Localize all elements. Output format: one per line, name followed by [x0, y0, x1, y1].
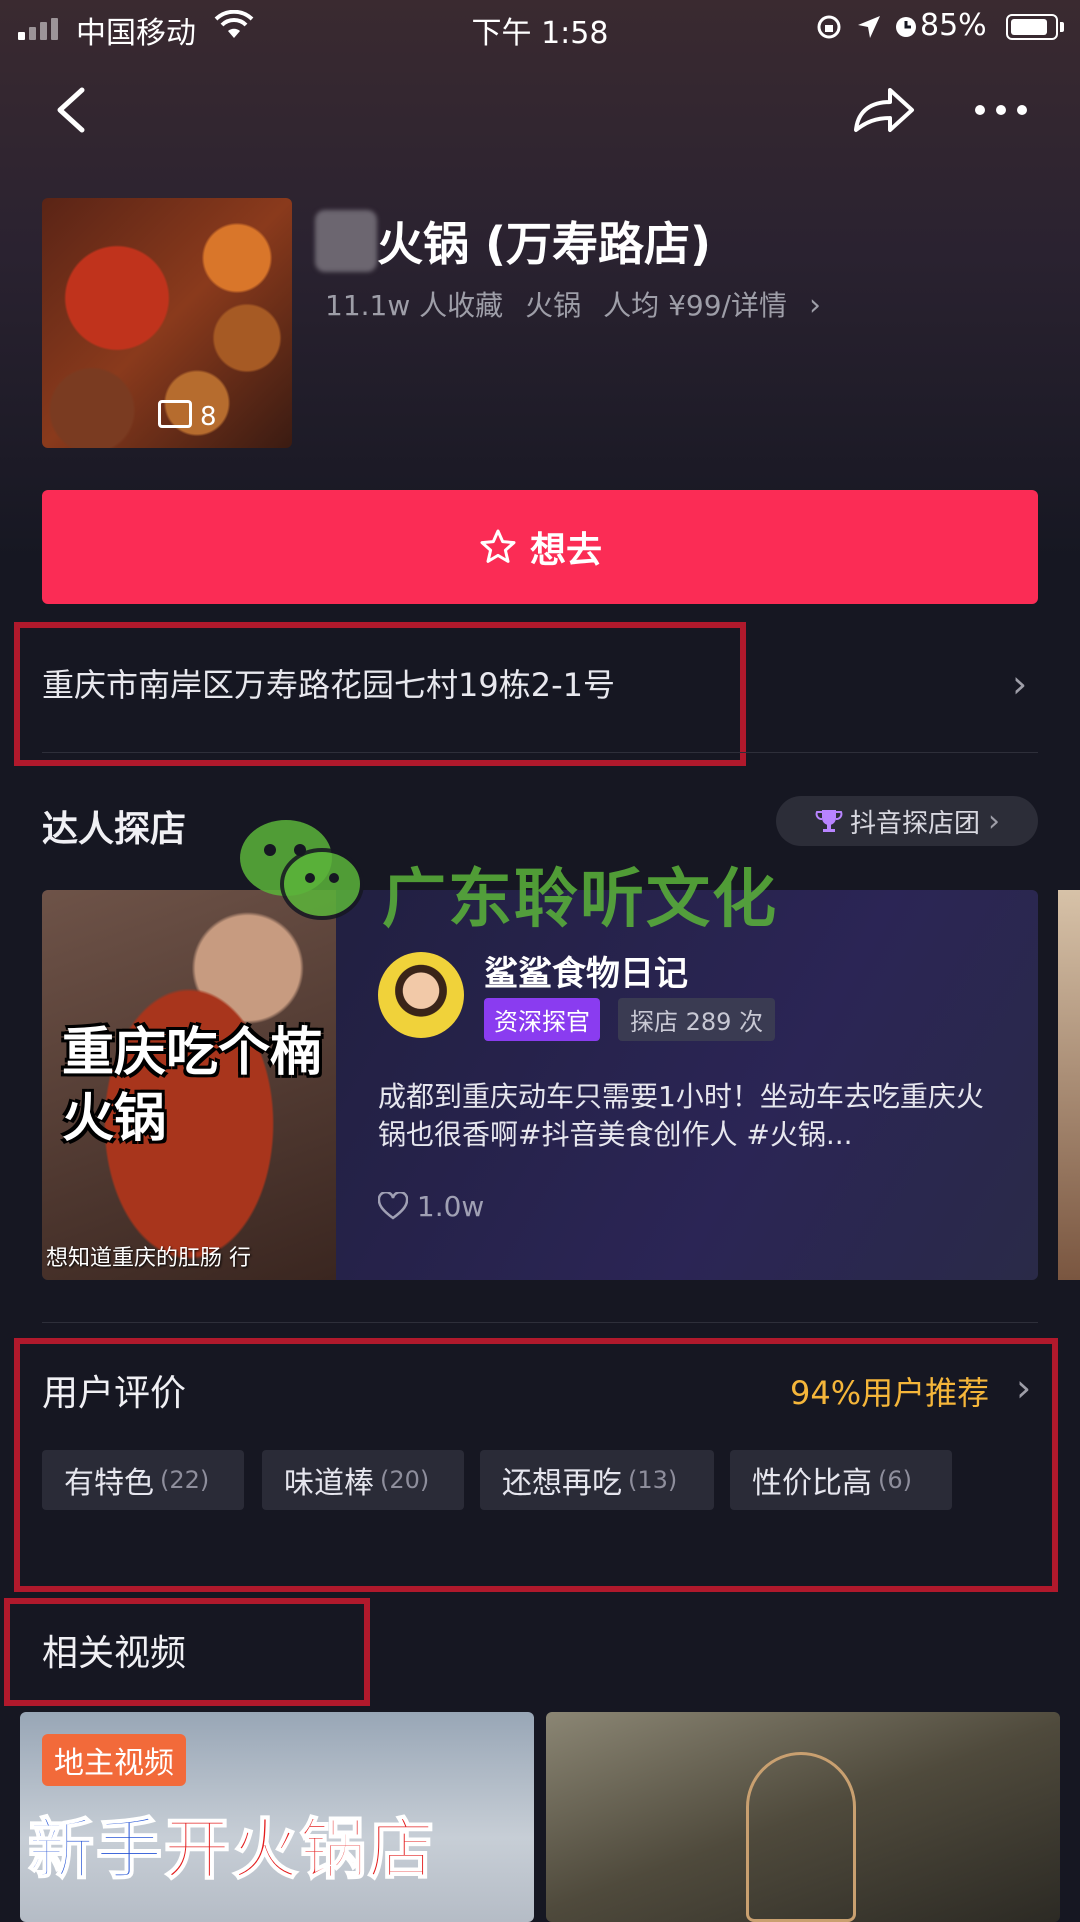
avatar[interactable]	[378, 952, 464, 1038]
thumbnail-caption: 想知道重庆的肛肠 行	[46, 1246, 251, 1271]
back-icon[interactable]	[44, 80, 104, 140]
review-tag[interactable]: 味道棒 (20)	[262, 1450, 464, 1510]
like-count[interactable]: 1.0w	[377, 1190, 485, 1223]
senior-explorer-badge: 资深探官	[484, 998, 600, 1041]
related-videos-title: 相关视频	[42, 1633, 187, 1674]
review-tag-label: 有特色	[64, 1466, 154, 1501]
address-chevron-icon[interactable]: ›	[1012, 662, 1027, 706]
more-icon[interactable]	[966, 80, 1036, 140]
author-name[interactable]: 鲨鲨食物日记	[484, 946, 688, 995]
reviews-chevron-icon[interactable]: ›	[1016, 1366, 1031, 1410]
share-icon[interactable]	[848, 80, 918, 140]
alarm-icon	[896, 17, 916, 37]
wechat-logo-icon	[240, 820, 364, 920]
star-icon	[480, 529, 516, 563]
thumbnail-title: 重庆吃个楠火锅	[62, 1023, 323, 1149]
review-tag-count: (22)	[160, 1466, 210, 1494]
next-video-card[interactable]	[1058, 890, 1080, 1280]
divider	[42, 752, 1038, 753]
like-count-value: 1.0w	[416, 1190, 485, 1223]
favorites-count: 11.1w 人收藏	[325, 289, 504, 322]
shop-category: 火锅	[525, 289, 582, 322]
battery-percent: 85%	[920, 8, 987, 43]
video-description: 成都到重庆动车只需要1小时！坐动车去吃重庆火锅也很香啊#抖音美食创作人 #火锅.…	[378, 1080, 984, 1151]
review-tag[interactable]: 有特色 (22)	[42, 1450, 244, 1510]
shop-name: 火锅 (万寿路店)	[377, 217, 712, 271]
shop-name-redacted	[315, 210, 377, 272]
reviews-section-title: 用户评价	[42, 1373, 187, 1414]
want-to-go-label: 想去	[529, 530, 602, 571]
status-bar: 中国移动 下午 1:58 85%	[0, 0, 1080, 56]
review-tag-label: 味道棒	[284, 1466, 374, 1501]
birdcage-image	[746, 1752, 856, 1922]
shop-meta[interactable]: 11.1w 人收藏 火锅 人均 ¥99/详情 ›	[325, 284, 843, 324]
trophy-icon	[815, 810, 843, 832]
location-icon	[858, 16, 880, 38]
watermark-text: 广东聆听文化	[382, 863, 778, 937]
related-video-2[interactable]	[546, 1712, 1060, 1922]
battery-icon	[1006, 14, 1058, 40]
visit-count-badge: 探店 289 次	[618, 998, 776, 1041]
chevron-right-icon: ›	[808, 288, 821, 323]
chevron-right-icon: ›	[988, 803, 1000, 839]
tiktok-team-link[interactable]: 抖音探店团 ›	[776, 796, 1038, 846]
want-to-go-button[interactable]: 想去	[42, 490, 1038, 604]
review-tag[interactable]: 性价比高 (6)	[730, 1450, 952, 1510]
heart-icon	[377, 1190, 409, 1220]
influencer-section-title: 达人探店	[42, 809, 187, 850]
review-tag-count: (6)	[878, 1466, 912, 1494]
review-tag-label: 还想再吃	[502, 1466, 622, 1501]
photo-count: 8	[200, 402, 217, 432]
review-tag-count: (13)	[628, 1466, 678, 1494]
review-tag[interactable]: 还想再吃 (13)	[480, 1450, 714, 1510]
review-tag-label: 性价比高	[752, 1466, 872, 1501]
gallery-icon	[158, 400, 192, 428]
influencer-video-card[interactable]: 重庆吃个楠火锅 想知道重庆的肛肠 行 鲨鲨食物日记 资深探官 探店 289 次 …	[42, 890, 1038, 1280]
review-tag-count: (20)	[380, 1466, 430, 1494]
shop-address[interactable]: 重庆市南岸区万寿路花园七村19栋2-1号	[42, 660, 615, 706]
related-video-1[interactable]: 地主视频 新手开火锅店	[20, 1712, 534, 1922]
recommend-rate[interactable]: 94%用户推荐	[790, 1368, 989, 1414]
video-title: 新手开火锅店	[27, 1810, 436, 1889]
video-tag: 地主视频	[42, 1734, 186, 1786]
avg-price-details[interactable]: 人均 ¥99/详情	[603, 289, 787, 322]
rotation-lock-icon	[817, 15, 841, 39]
tiktok-team-label: 抖音探店团	[849, 808, 980, 839]
divider	[42, 1322, 1038, 1323]
